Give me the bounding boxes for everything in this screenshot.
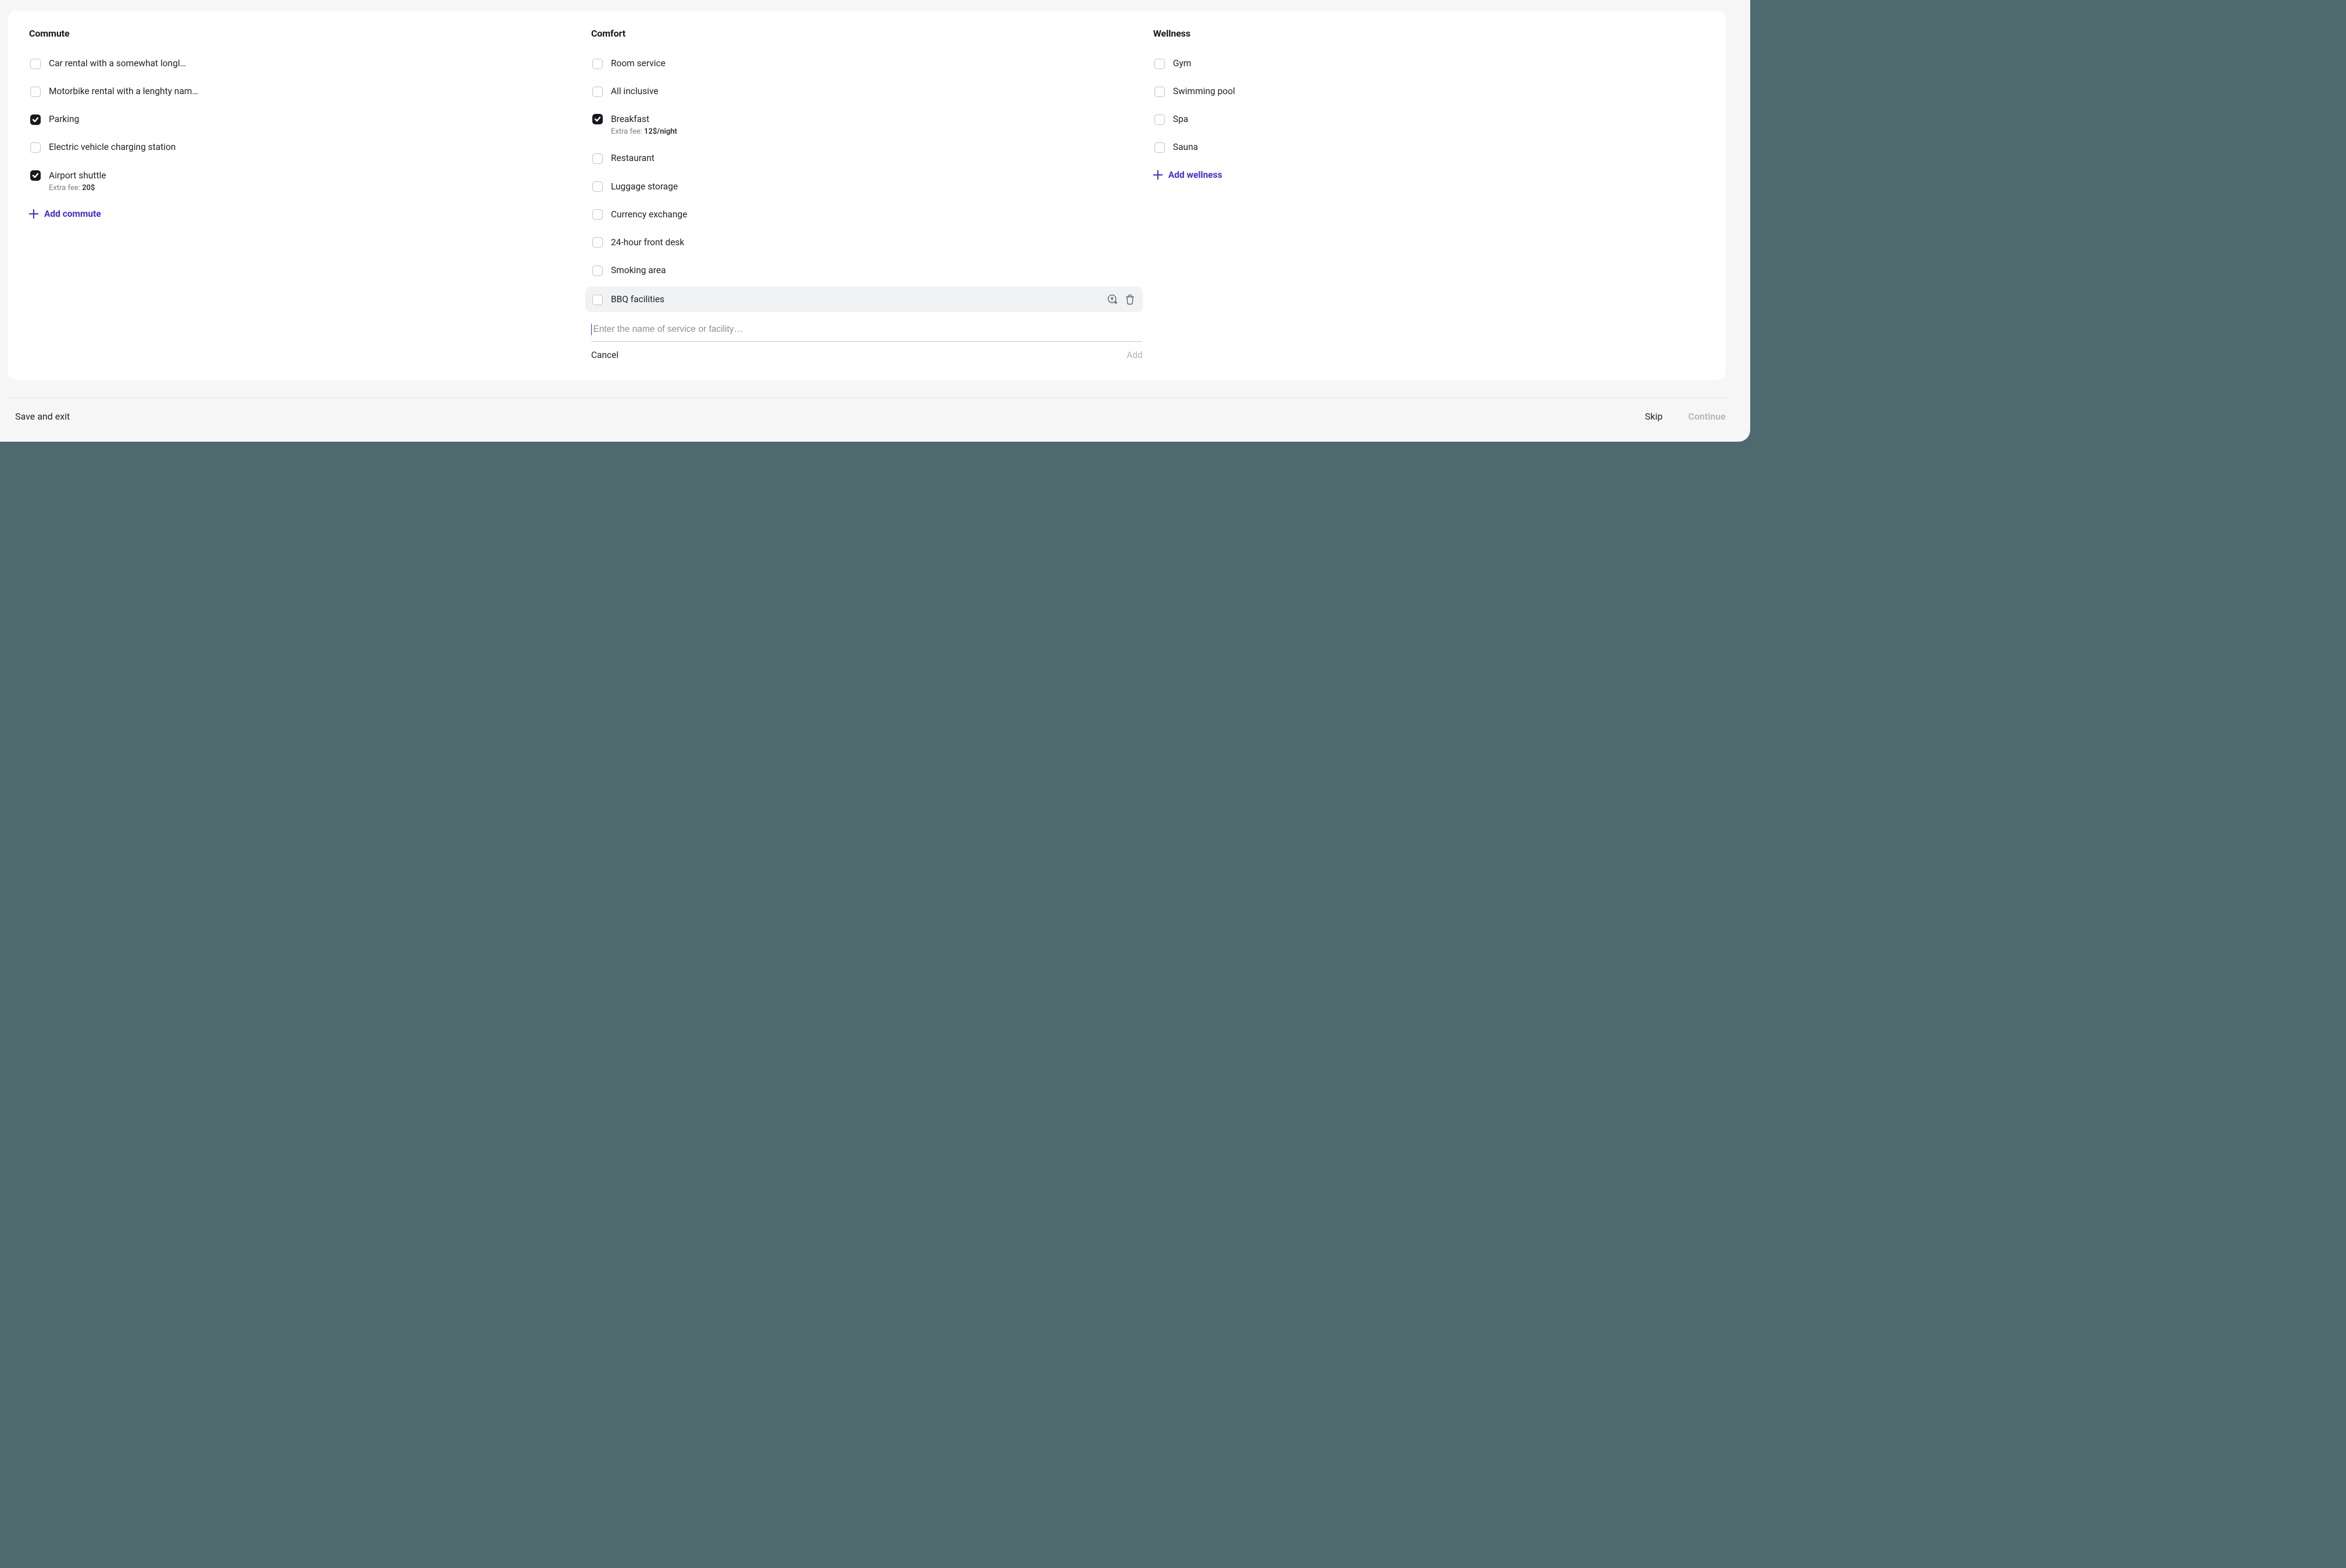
item-label: Electric vehicle charging station	[49, 141, 176, 153]
comfort-item[interactable]: Currency exchange	[591, 203, 1143, 226]
skip-button[interactable]: Skip	[1645, 411, 1662, 422]
item-label: 24-hour front desk	[611, 237, 684, 248]
item-label: Breakfast	[611, 113, 677, 125]
checkbox[interactable]	[30, 142, 41, 153]
item-label: Luggage storage	[611, 181, 678, 192]
wellness-item[interactable]: Gym	[1153, 52, 1705, 75]
checkbox[interactable]	[592, 209, 603, 220]
checkbox[interactable]	[592, 266, 603, 276]
wellness-item[interactable]: Swimming pool	[1153, 80, 1705, 103]
comfort-item[interactable]: Smoking area	[591, 259, 1143, 282]
plus-icon	[1153, 170, 1163, 180]
text-cursor	[591, 324, 592, 335]
item-label: Gym	[1173, 58, 1191, 69]
wellness-item[interactable]: Spa	[1153, 108, 1705, 131]
footer: Save and exit Skip Continue	[0, 398, 1750, 442]
add-fee-icon[interactable]	[1107, 293, 1118, 305]
checkbox[interactable]	[1154, 114, 1165, 125]
item-label: Restaurant	[611, 152, 655, 164]
wellness-column: Wellness Gym Swimming pool Spa Sauna Add…	[1153, 28, 1705, 360]
new-facility-input[interactable]	[593, 324, 1142, 335]
checkbox[interactable]	[592, 181, 603, 192]
item-label: Parking	[49, 113, 79, 125]
checkbox[interactable]	[592, 153, 603, 164]
add-button-label: Add wellness	[1168, 170, 1222, 180]
add-wellness-button[interactable]: Add wellness	[1153, 170, 1705, 180]
checkbox[interactable]	[1154, 142, 1165, 153]
wellness-title: Wellness	[1153, 28, 1705, 39]
checkbox[interactable]	[30, 170, 41, 181]
item-subtext: Extra fee: 12$/night	[611, 127, 677, 136]
item-label: BBQ facilities	[611, 293, 664, 305]
checkbox[interactable]	[1154, 59, 1165, 69]
checkbox[interactable]	[30, 114, 41, 125]
plus-icon	[29, 209, 38, 219]
trash-icon[interactable]	[1124, 293, 1136, 305]
commute-item[interactable]: Electric vehicle charging station	[29, 135, 581, 159]
item-label: Spa	[1173, 113, 1188, 125]
item-label: Currency exchange	[611, 209, 687, 220]
wellness-item[interactable]: Sauna	[1153, 135, 1705, 159]
item-subtext: Extra fee: 20$	[49, 184, 106, 192]
comfort-item[interactable]: Restaurant	[591, 146, 1143, 170]
checkbox[interactable]	[592, 295, 603, 305]
commute-item[interactable]: Motorbike rental with a lenghty name l…	[29, 80, 581, 103]
checkbox[interactable]	[592, 237, 603, 248]
item-label: Room service	[611, 58, 666, 69]
add-button[interactable]: Add	[1126, 350, 1143, 360]
comfort-item[interactable]: All inclusive	[591, 80, 1143, 103]
checkbox[interactable]	[30, 87, 41, 97]
checkbox[interactable]	[592, 87, 603, 97]
checkbox[interactable]	[30, 59, 41, 69]
checkbox[interactable]	[592, 59, 603, 69]
commute-item[interactable]: Car rental with a somewhat longl…	[29, 52, 581, 75]
checkbox[interactable]	[592, 114, 603, 124]
add-commute-button[interactable]: Add commute	[29, 209, 581, 219]
continue-button[interactable]: Continue	[1688, 411, 1725, 422]
add-button-label: Add commute	[44, 209, 101, 219]
item-label: Car rental with a somewhat longl…	[49, 58, 186, 69]
commute-title: Commute	[29, 28, 581, 39]
item-label: Smoking area	[611, 264, 666, 276]
item-label: Sauna	[1173, 141, 1198, 153]
item-label: Airport shuttle	[49, 170, 106, 181]
comfort-item[interactable]: BBQ facilities	[585, 287, 1143, 312]
commute-column: Commute Car rental with a somewhat longl…	[29, 28, 581, 360]
item-label: All inclusive	[611, 85, 659, 97]
checkbox[interactable]	[1154, 87, 1165, 97]
new-facility-input-row	[591, 320, 1143, 342]
comfort-item[interactable]: Room service	[591, 52, 1143, 75]
commute-item[interactable]: Parking	[29, 108, 581, 131]
main-panel: Commute Car rental with a somewhat longl…	[0, 0, 1750, 442]
amenities-card: Commute Car rental with a somewhat longl…	[8, 10, 1726, 380]
save-and-exit-button[interactable]: Save and exit	[15, 411, 70, 422]
commute-item[interactable]: Airport shuttle Extra fee: 20$	[29, 164, 581, 198]
cancel-button[interactable]: Cancel	[591, 350, 618, 360]
comfort-item[interactable]: Breakfast Extra fee: 12$/night	[591, 108, 1143, 142]
comfort-title: Comfort	[591, 28, 1143, 39]
item-label: Swimming pool	[1173, 85, 1235, 97]
comfort-item[interactable]: 24-hour front desk	[591, 231, 1143, 254]
comfort-item[interactable]: Luggage storage	[591, 175, 1143, 198]
comfort-column: Comfort Room service All inclusive Break…	[591, 28, 1143, 360]
item-label: Motorbike rental with a lenghty name l…	[49, 85, 200, 97]
